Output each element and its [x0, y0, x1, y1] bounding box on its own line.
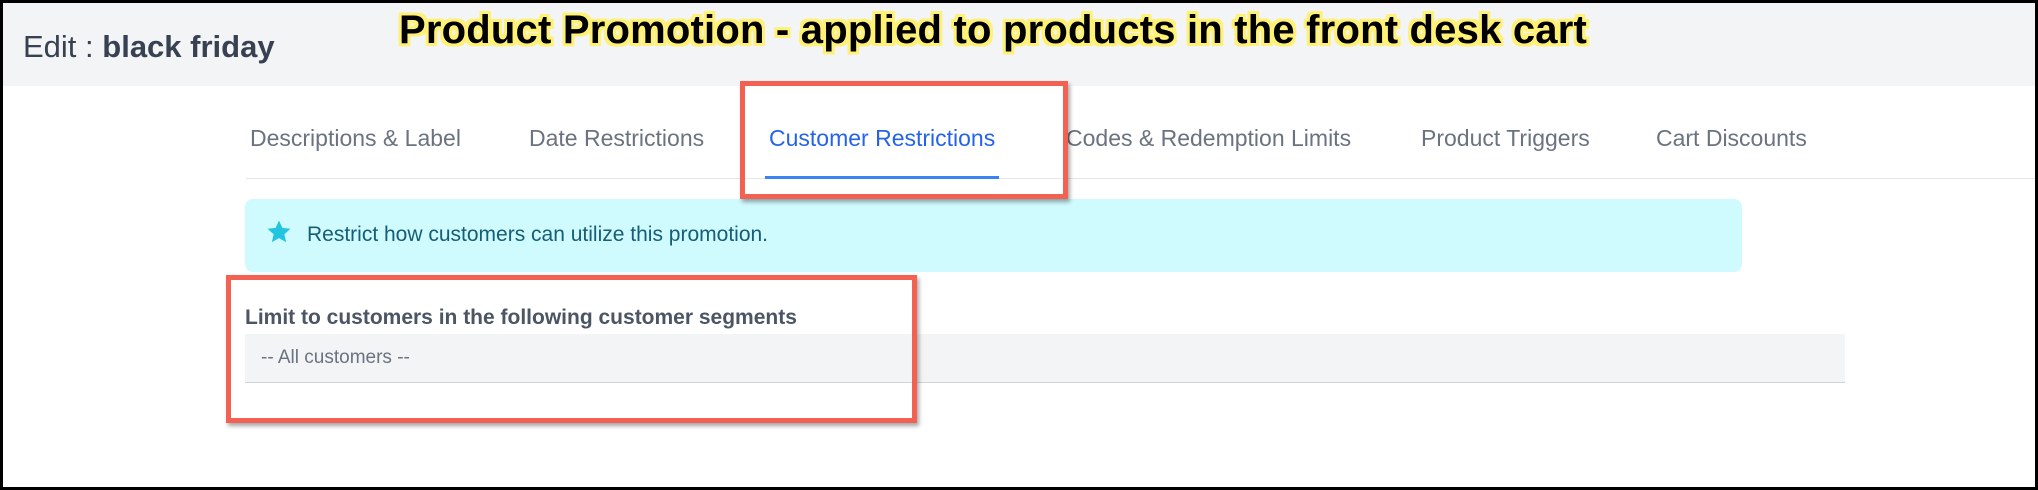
info-text: Restrict how customers can utilize this … — [307, 223, 769, 246]
star-icon — [267, 220, 291, 243]
tab-customer-restrictions[interactable]: Customer Restrictions — [764, 86, 1000, 179]
tab-bar: Descriptions & Label Date Restrictions C… — [246, 86, 2035, 179]
customer-segments-value: -- All customers -- — [261, 347, 410, 368]
tab-descriptions-label[interactable]: Descriptions & Label — [250, 86, 461, 178]
customer-segments-label: Limit to customers in the following cust… — [245, 306, 797, 329]
tab-cart-discounts[interactable]: Cart Discounts — [1656, 86, 1807, 178]
annotation-banner: Product Promotion - applied to products … — [399, 8, 1588, 52]
info-alert: Restrict how customers can utilize this … — [245, 199, 1742, 272]
customer-segments-select[interactable]: -- All customers -- — [245, 334, 1845, 383]
page-title: Edit : black friday — [23, 29, 275, 65]
tab-date-restrictions[interactable]: Date Restrictions — [529, 86, 704, 178]
tab-product-triggers[interactable]: Product Triggers — [1421, 86, 1590, 178]
tab-codes-redemption-limits[interactable]: Codes & Redemption Limits — [1066, 86, 1351, 178]
promotion-name: black friday — [102, 29, 275, 64]
page-title-prefix: Edit : — [23, 29, 103, 64]
